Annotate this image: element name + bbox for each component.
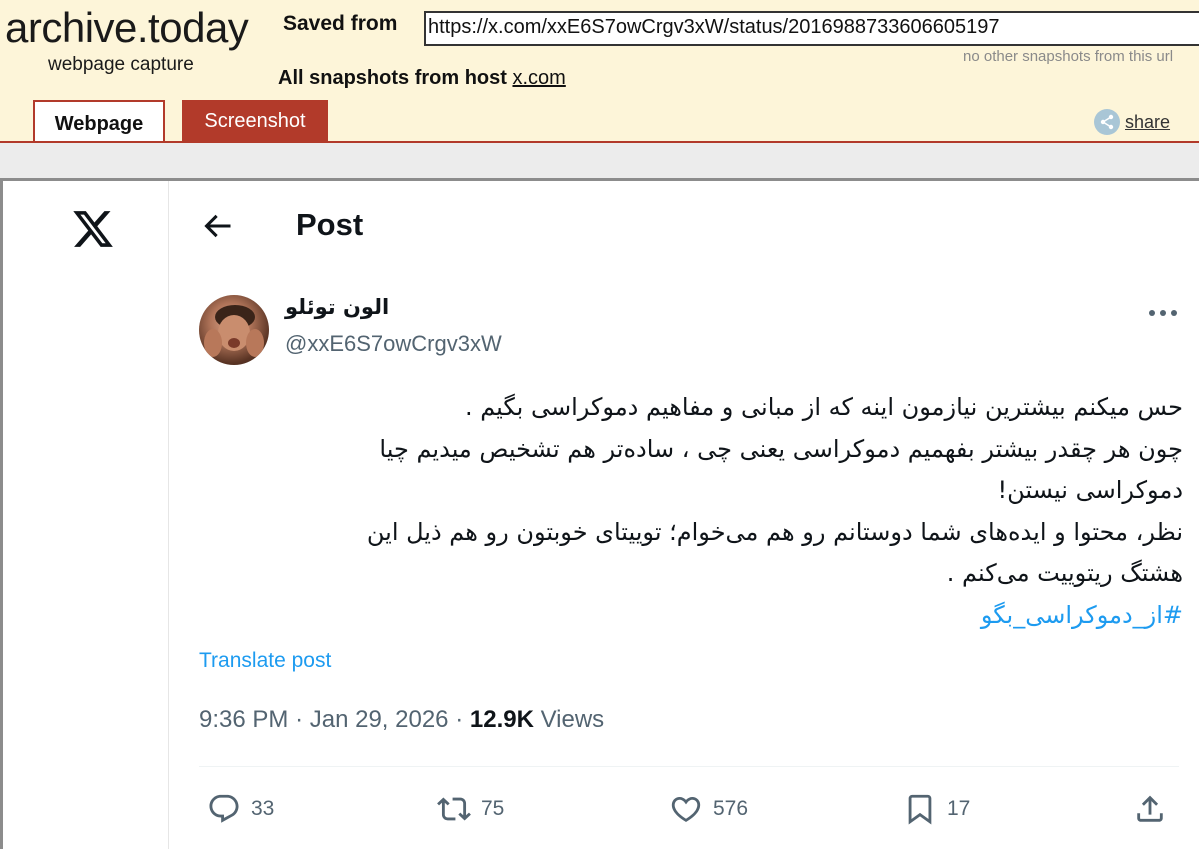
meta-separator: · <box>295 706 304 733</box>
reply-count: 33 <box>251 797 275 820</box>
archive-logo[interactable]: archive.today <box>5 4 249 52</box>
bookmark-icon <box>908 794 932 825</box>
views-label: Views <box>540 706 605 733</box>
archive-toolbar-band <box>0 143 1199 178</box>
all-snapshots-label: All snapshots from host <box>278 67 507 89</box>
no-snapshots-note: no other snapshots from this url <box>963 48 1174 65</box>
tab-screenshot[interactable]: Screenshot <box>182 100 328 143</box>
more-horizontal-icon[interactable] <box>1143 301 1183 325</box>
bookmark-count: 17 <box>947 797 971 820</box>
host-link[interactable]: x.com <box>512 67 565 89</box>
tweet-text: حس میکنم بیشترین نیازمون اینه که از مبان… <box>203 387 1183 636</box>
saved-url-field[interactable]: https://x.com/xxE6S7owCrgv3xW/status/201… <box>424 11 1199 46</box>
author-handle[interactable]: @xxE6S7owCrgv3xW <box>285 331 502 357</box>
reply-icon <box>209 794 239 823</box>
archive-subtitle: webpage capture <box>48 54 194 75</box>
tab-webpage[interactable]: Webpage <box>33 100 165 146</box>
tweet-line: دموکراسی نیستن! <box>997 476 1183 504</box>
meta-separator: · <box>455 706 464 733</box>
post-date[interactable]: Jan 29, 2026 <box>310 706 449 733</box>
x-logo-icon[interactable] <box>71 207 115 251</box>
tweet-line: نظر، محتوا و ایده‌های شما دوستانم رو هم … <box>366 517 1183 546</box>
retweet-icon <box>437 797 471 821</box>
heart-icon <box>671 796 701 822</box>
like-count: 576 <box>713 797 749 820</box>
retweet-button[interactable]: 75 <box>437 789 504 829</box>
retweet-count: 75 <box>481 797 505 820</box>
arrow-left-icon[interactable] <box>199 208 235 244</box>
like-button[interactable]: 576 <box>669 789 748 829</box>
tweet-line: هشتگ ریتوییت می‌کنم . <box>946 559 1183 587</box>
captured-page-frame: Post الون توئلو @xxE6S7owCrgv3xW حس میکن… <box>0 178 1199 849</box>
share-icon <box>1094 109 1120 135</box>
share-label: share <box>1125 111 1171 132</box>
post-meta: 9:36 PM · Jan 29, 2026 · 12.9K Views <box>199 706 604 734</box>
hashtag-link[interactable]: #از_دموکراسی_بگو <box>203 595 1183 637</box>
meta-divider <box>199 766 1179 767</box>
left-nav-column <box>3 181 169 849</box>
avatar[interactable] <box>199 295 269 365</box>
bookmark-button[interactable]: 17 <box>903 789 970 829</box>
views-count: 12.9K <box>469 706 534 733</box>
reply-button[interactable]: 33 <box>207 789 274 829</box>
all-snapshots-row: All snapshots from host x.com <box>278 67 566 90</box>
author-name[interactable]: الون توئلو <box>285 295 389 319</box>
page-title: Post <box>296 207 364 242</box>
tweet-line: چون هر چقدر بیشتر بفهمیم دموکراسی یعنی چ… <box>379 434 1183 463</box>
share-button[interactable]: share <box>1094 109 1170 135</box>
post-time[interactable]: 9:36 PM <box>199 706 288 733</box>
saved-from-label: Saved from <box>283 12 398 35</box>
archive-header: archive.today webpage capture Saved from… <box>0 0 1199 146</box>
tweet-line: حس میکنم بیشترین نیازمون اینه که از مبان… <box>464 393 1183 421</box>
upload-share-icon <box>1137 795 1163 822</box>
translate-post-link[interactable]: Translate post <box>199 649 331 673</box>
share-post-button[interactable] <box>1133 789 1167 829</box>
